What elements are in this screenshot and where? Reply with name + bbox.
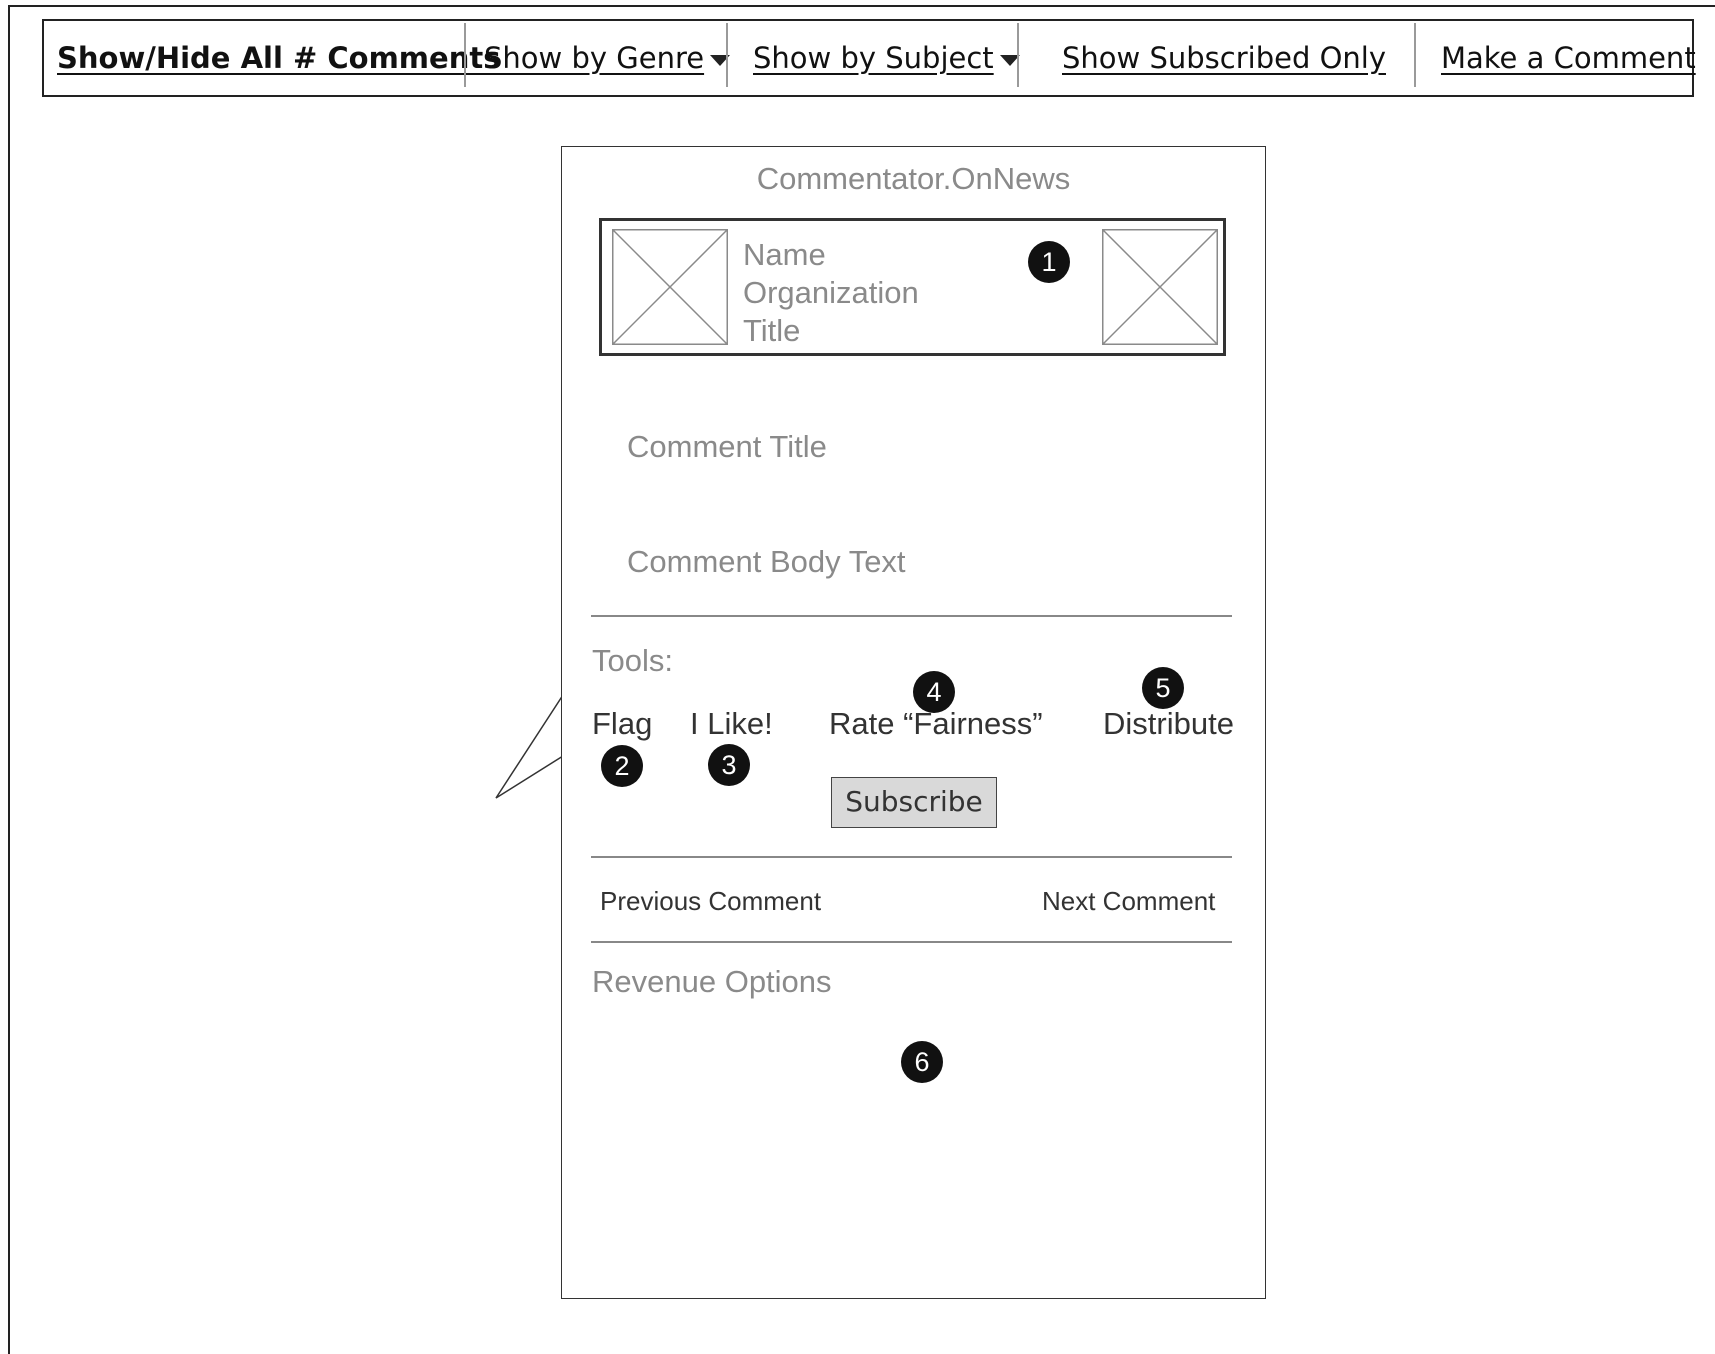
divider xyxy=(591,941,1232,943)
next-comment-link[interactable]: Next Comment xyxy=(1042,886,1215,917)
revenue-options-label: Revenue Options xyxy=(592,964,832,999)
comment-nav-bar: Show/Hide All # Comments Show by Genre S… xyxy=(42,19,1696,97)
callout-pointer xyxy=(495,695,564,799)
rate-fairness-tool-button[interactable]: Rate “Fairness” xyxy=(829,706,1043,742)
annotation-badge-5: 5 xyxy=(1142,667,1184,709)
nav-divider xyxy=(1017,23,1019,87)
profile-organization: Organization xyxy=(743,275,919,310)
tools-label: Tools: xyxy=(592,643,673,678)
avatar-placeholder-image xyxy=(612,229,728,345)
comment-title: Comment Title xyxy=(627,429,827,464)
show-by-subject-label: Show by Subject xyxy=(753,41,994,75)
annotation-badge-1: 1 xyxy=(1028,241,1070,283)
profile-title: Title xyxy=(743,313,801,348)
show-by-subject-dropdown[interactable]: Show by Subject xyxy=(753,21,1020,95)
flag-tool-button[interactable]: Flag xyxy=(592,706,652,742)
previous-comment-link[interactable]: Previous Comment xyxy=(600,886,821,917)
distribute-tool-button[interactable]: Distribute xyxy=(1103,706,1234,742)
divider xyxy=(591,856,1232,858)
subscribe-button[interactable]: Subscribe xyxy=(831,777,997,828)
like-tool-button[interactable]: I Like! xyxy=(690,706,773,742)
frame-top-border xyxy=(8,5,1715,7)
show-subscribed-only-link[interactable]: Show Subscribed Only xyxy=(1062,21,1386,95)
nav-divider xyxy=(464,23,466,87)
nav-divider xyxy=(726,23,728,87)
annotation-badge-6: 6 xyxy=(901,1041,943,1083)
comment-panel: Commentator.OnNews Name Organization Tit… xyxy=(561,146,1266,1299)
brand-title: Commentator.OnNews xyxy=(756,161,1071,196)
make-a-comment-link[interactable]: Make a Comment xyxy=(1441,21,1696,95)
commentator-profile-card: Name Organization Title 1 xyxy=(599,218,1226,356)
show-by-genre-label: Show by Genre xyxy=(484,41,705,75)
profile-details: Name Organization Title xyxy=(743,236,919,350)
show-by-genre-dropdown[interactable]: Show by Genre xyxy=(484,21,731,95)
frame-left-border xyxy=(8,6,10,1354)
comment-body-text: Comment Body Text xyxy=(627,544,906,579)
annotation-badge-2: 2 xyxy=(601,745,643,787)
profile-name: Name xyxy=(743,237,826,272)
annotation-badge-3: 3 xyxy=(708,744,750,786)
show-hide-all-comments-link[interactable]: Show/Hide All # Comments xyxy=(57,21,500,95)
divider xyxy=(591,615,1232,617)
nav-divider xyxy=(1414,23,1416,87)
logo-placeholder-image xyxy=(1102,229,1218,345)
